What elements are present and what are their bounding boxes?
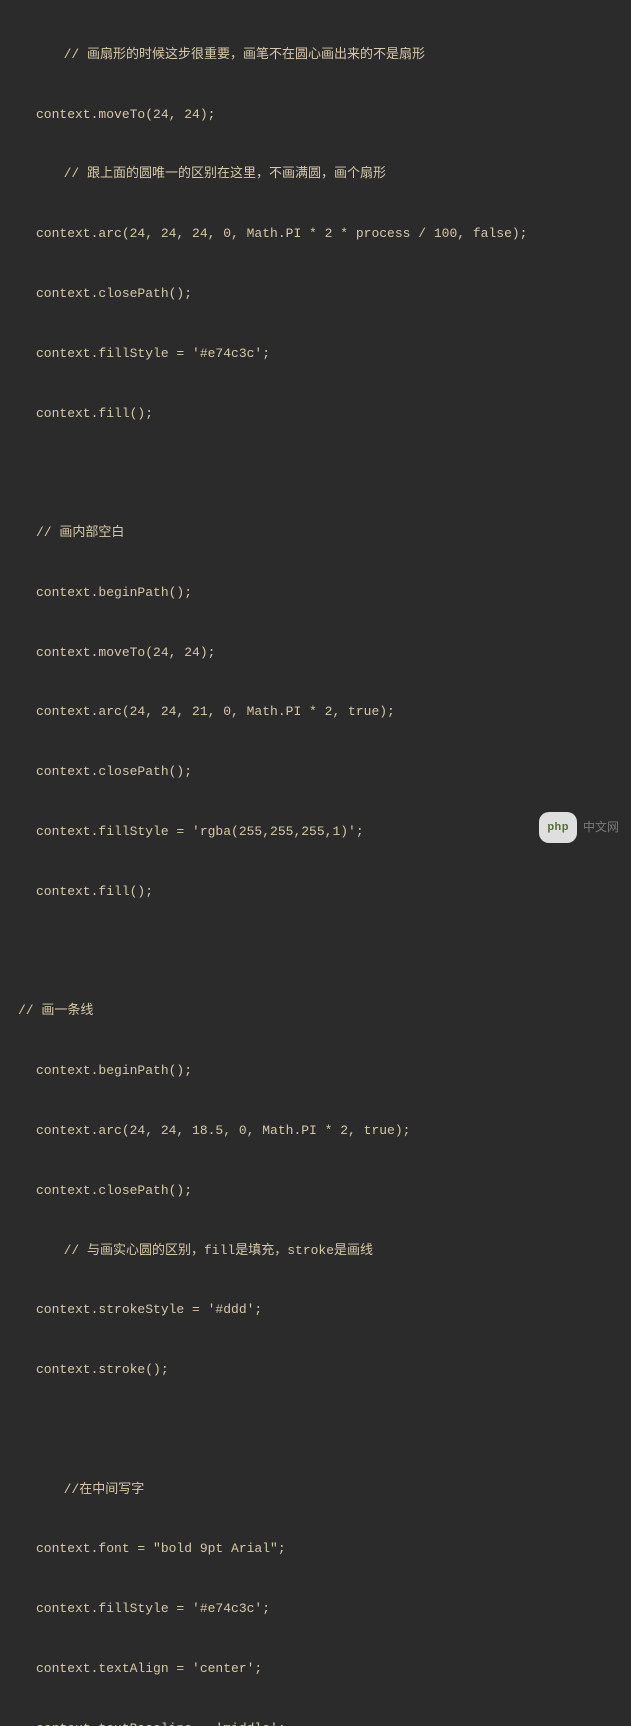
code-line: context.stroke(); [0, 1355, 631, 1385]
code-line: context.closePath(); [0, 279, 631, 309]
code-line: // 画内部空白 [0, 518, 631, 548]
code-line: context.font = "bold 9pt Arial"; [0, 1534, 631, 1564]
code-line: context.fillStyle = '#e74c3c'; [0, 339, 631, 369]
code-line: context.fillStyle = 'rgba(255,255,255,1)… [0, 817, 631, 847]
code-line: context.fillStyle = '#e74c3c'; [0, 1594, 631, 1624]
code-line: //在中间写字 [0, 1475, 631, 1505]
code-line: context.textBaseline = 'middle'; [0, 1714, 631, 1726]
code-line: context.textAlign = 'center'; [0, 1654, 631, 1684]
code-line: context.fill(); [0, 877, 631, 907]
code-line: context.closePath(); [0, 1176, 631, 1206]
code-block: // 画扇形的时候这步很重要，画笔不在圆心画出来的不是扇形 context.mo… [0, 10, 631, 1726]
code-line: // 画扇形的时候这步很重要，画笔不在圆心画出来的不是扇形 [0, 40, 631, 70]
code-line: context.beginPath(); [0, 1056, 631, 1086]
code-line: // 与画实心圆的区别，fill是填充，stroke是画线 [0, 1236, 631, 1266]
code-line: context.moveTo(24, 24); [0, 638, 631, 668]
code-line: context.arc(24, 24, 24, 0, Math.PI * 2 *… [0, 219, 631, 249]
code-line: context.beginPath(); [0, 578, 631, 608]
code-line: context.arc(24, 24, 21, 0, Math.PI * 2, … [0, 697, 631, 727]
blank-line [0, 1415, 631, 1445]
code-line: context.fill(); [0, 399, 631, 429]
code-line: // 画一条线 [0, 996, 631, 1026]
code-line: context.arc(24, 24, 18.5, 0, Math.PI * 2… [0, 1116, 631, 1146]
code-line: context.strokeStyle = '#ddd'; [0, 1295, 631, 1325]
watermark-badge: php [539, 812, 577, 843]
watermark-text: 中文网 [583, 814, 619, 842]
blank-line [0, 458, 631, 488]
code-line: context.moveTo(24, 24); [0, 100, 631, 130]
code-line: // 跟上面的圆唯一的区别在这里，不画满圆，画个扇形 [0, 159, 631, 189]
code-line: context.closePath(); [0, 757, 631, 787]
watermark-badge-text: php [547, 821, 569, 833]
watermark: php 中文网 [539, 812, 619, 843]
blank-line [0, 937, 631, 967]
